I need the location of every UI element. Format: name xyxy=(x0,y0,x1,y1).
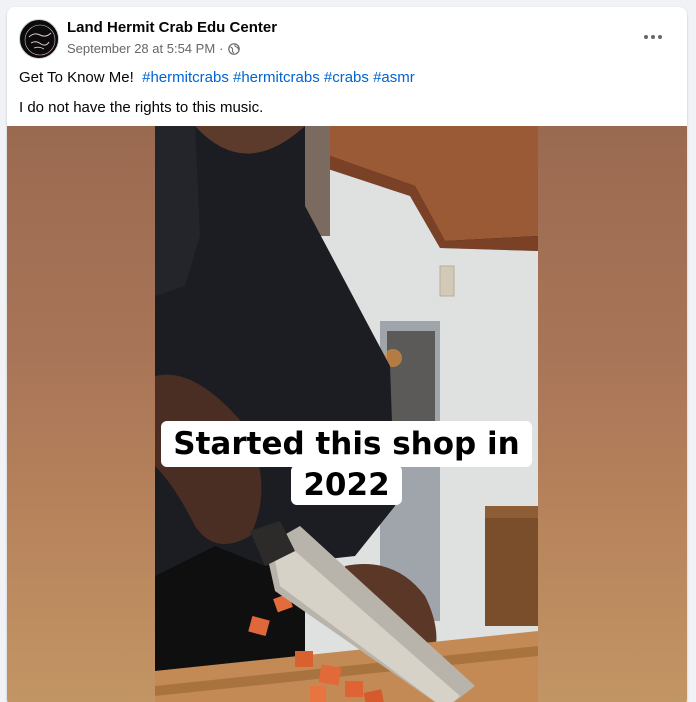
meta-separator: · xyxy=(219,41,224,56)
more-options-icon xyxy=(658,35,662,39)
caption-text: Get To Know Me! xyxy=(19,69,134,86)
more-options-icon xyxy=(651,35,655,39)
post-header: Land Hermit Crab Edu Center September 28… xyxy=(7,7,687,67)
post-caption: Get To Know Me! #hermitcrabs #hermitcrab… xyxy=(19,67,675,119)
more-options-icon xyxy=(644,35,648,39)
video-media-area: Started this shop in 2022 xyxy=(7,126,687,702)
page-name-link[interactable]: Land Hermit Crab Edu Center xyxy=(67,19,277,36)
more-options-button[interactable] xyxy=(635,25,671,49)
avatar-logo-icon xyxy=(21,21,58,58)
hashtag-link[interactable]: #hermitcrabs xyxy=(142,69,229,86)
video-caption-overlay: Started this shop in 2022 xyxy=(155,421,538,505)
video-frame xyxy=(155,126,538,702)
overlay-line-2: 2022 xyxy=(291,465,402,505)
post-card: Land Hermit Crab Edu Center September 28… xyxy=(7,7,687,702)
video-player[interactable]: Started this shop in 2022 xyxy=(155,126,538,702)
caption-rights-note: I do not have the rights to this music. xyxy=(19,99,264,116)
hashtag-link[interactable]: #crabs xyxy=(324,69,369,86)
post-timestamp[interactable]: September 28 at 5:54 PM xyxy=(67,41,215,56)
globe-icon[interactable] xyxy=(227,42,240,55)
page-avatar[interactable] xyxy=(19,19,59,59)
hashtag-link[interactable]: #hermitcrabs xyxy=(233,69,320,86)
hashtag-link[interactable]: #asmr xyxy=(373,69,415,86)
post-meta: September 28 at 5:54 PM · xyxy=(67,41,240,56)
overlay-line-1: Started this shop in xyxy=(161,421,532,467)
